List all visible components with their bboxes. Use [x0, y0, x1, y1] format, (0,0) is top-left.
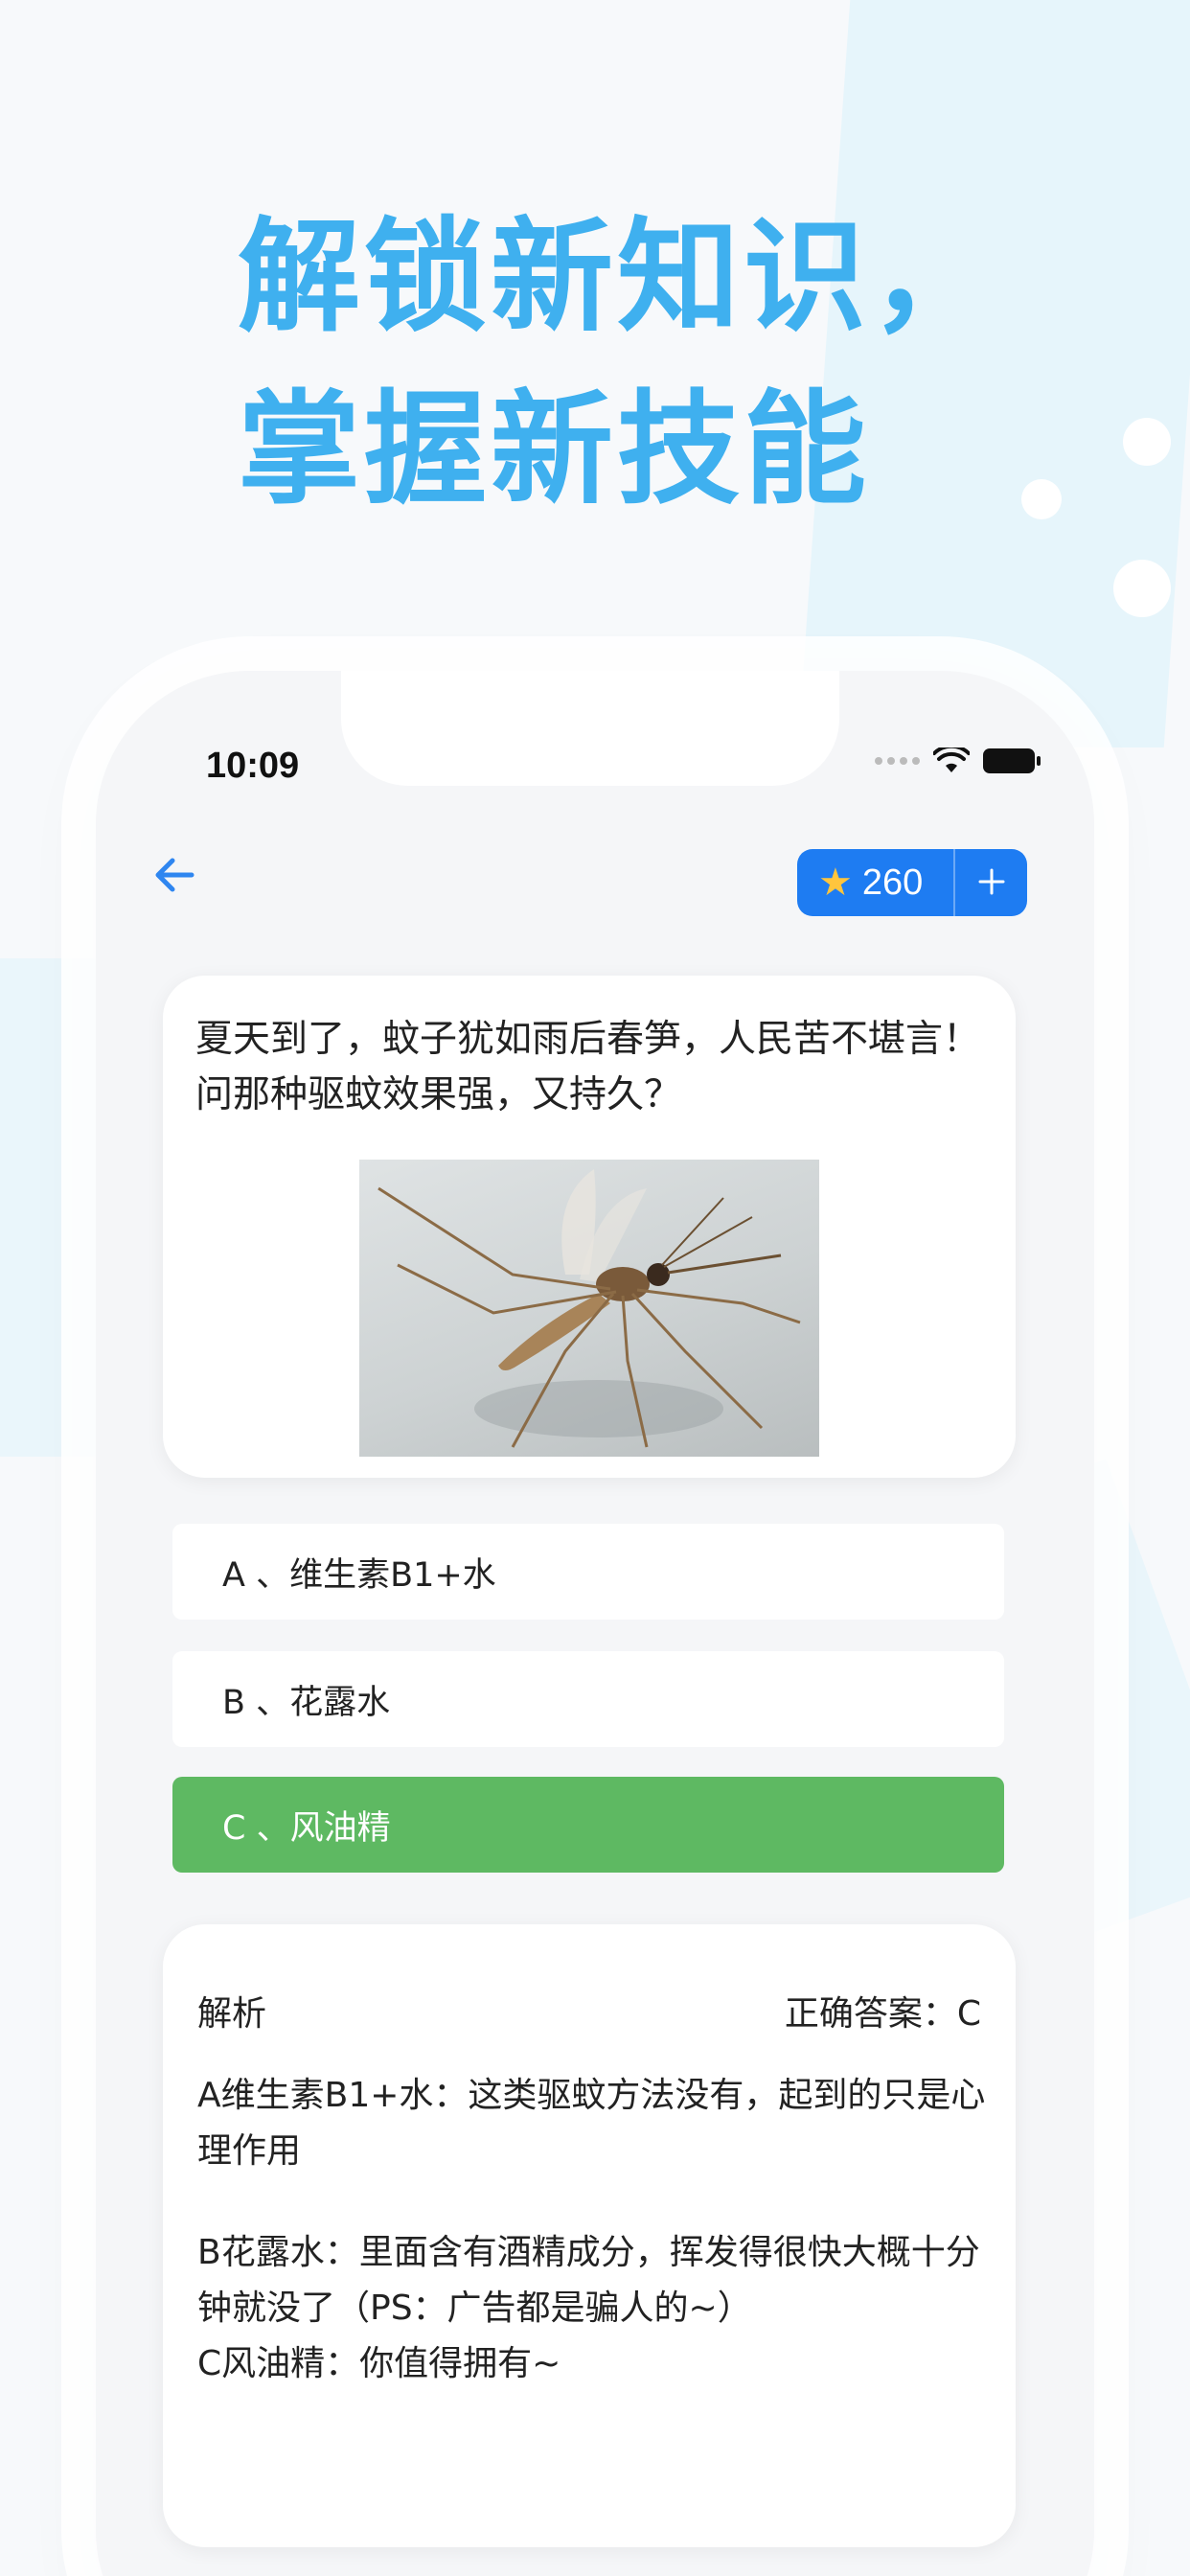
analysis-card: 解析 正确答案：C A维生素B1+水：这类驱蚊方法没有，起到的只是心理作用 B花… — [163, 1924, 1016, 2547]
mosquito-photo — [359, 1160, 819, 1457]
analysis-paragraph: A维生素B1+水：这类驱蚊方法没有，起到的只是心理作用 — [197, 2076, 986, 2171]
battery-icon — [983, 748, 1041, 773]
plus-icon — [978, 868, 1004, 895]
signal-icon — [875, 757, 920, 765]
correct-answer: 正确答案：C — [784, 1994, 981, 2034]
coin-balance[interactable]: ★ 260 — [797, 849, 1027, 916]
headline-line-2: 掌握新技能 — [238, 379, 871, 521]
option-b[interactable]: B 、花露水 — [172, 1651, 1004, 1747]
phone-frame: 10:09 ★ 260 夏天到了，蚊子犹如雨后春笋，人民苦不堪言！问那种驱蚊效果… — [96, 671, 1094, 2576]
option-a[interactable]: A 、维生素B1+水 — [172, 1524, 1004, 1620]
analysis-paragraph: B花露水：里面含有酒精成分，挥发得很快大概十分钟就没了（PS：广告都是骗人的~） — [197, 2233, 980, 2328]
analysis-paragraph: C风油精：你值得拥有~ — [197, 2344, 561, 2383]
bg-dot — [1113, 560, 1171, 617]
phone-notch — [341, 671, 839, 786]
question-card: 夏天到了，蚊子犹如雨后春笋，人民苦不堪言！问那种驱蚊效果强，又持久？ — [163, 976, 1016, 1478]
bg-dot — [1123, 418, 1171, 466]
add-coins-button[interactable] — [955, 862, 1027, 904]
headline: 解锁新知识， 掌握新技能 — [238, 192, 996, 537]
coin-display: ★ 260 — [797, 849, 955, 916]
headline-line-1: 解锁新知识， — [238, 206, 997, 349]
status-icons — [875, 748, 1041, 774]
status-time: 10:09 — [206, 746, 300, 786]
coin-count: 260 — [861, 862, 924, 903]
option-c[interactable]: C 、风油精 — [172, 1777, 1004, 1873]
star-icon: ★ — [818, 861, 853, 905]
question-text: 夏天到了，蚊子犹如雨后春笋，人民苦不堪言！问那种驱蚊效果强，又持久？ — [195, 1018, 981, 1116]
analysis-title: 解析 — [197, 1994, 267, 2034]
back-arrow-icon — [155, 858, 195, 892]
back-button[interactable] — [153, 853, 195, 903]
wifi-icon — [933, 748, 970, 772]
mosquito-illustration — [378, 1169, 801, 1448]
bg-dot — [1021, 479, 1062, 519]
analysis-body: A维生素B1+水：这类驱蚊方法没有，起到的只是心理作用 B花露水：里面含有酒精成… — [197, 2068, 993, 2438]
